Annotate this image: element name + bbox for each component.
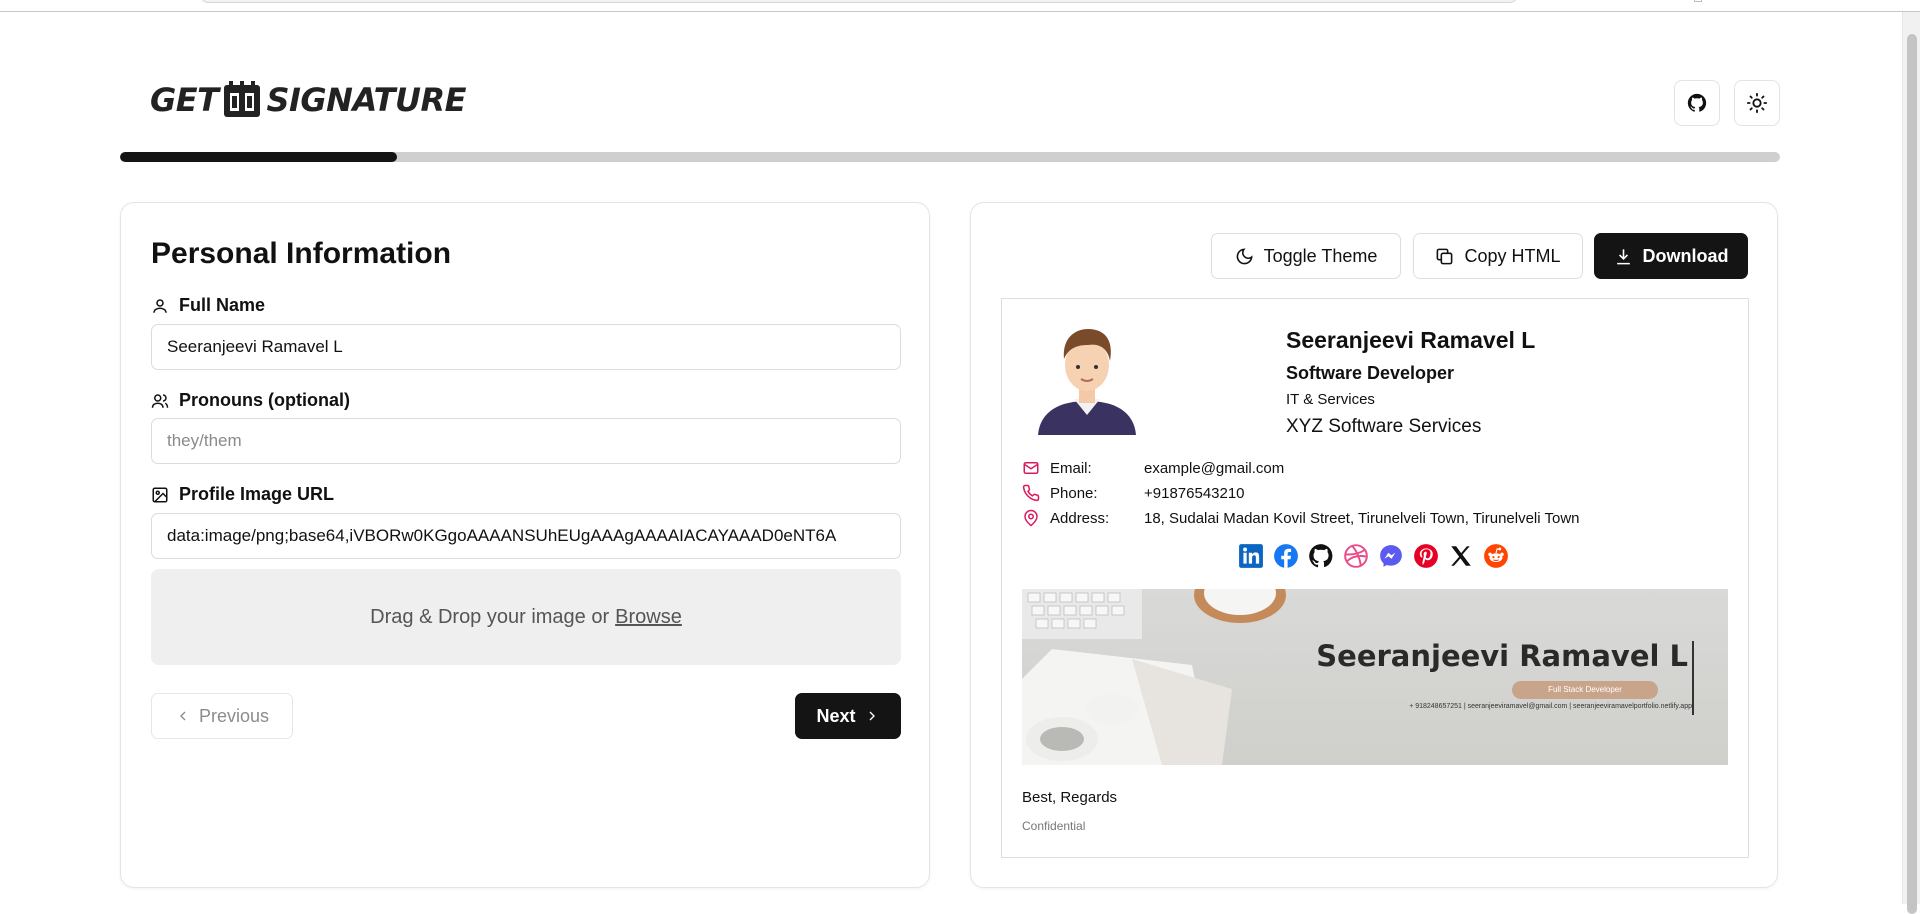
signature-phone-row: Phone: +91876543210 (1022, 484, 1245, 502)
browser-top-strip (0, 0, 1920, 12)
step-progress-bar (120, 152, 1780, 162)
email-label: Email: (1050, 459, 1092, 477)
github-icon[interactable] (1308, 543, 1334, 569)
banner-name: Seeranjeevi Ramavel L (1316, 639, 1688, 673)
previous-label: Previous (198, 705, 270, 726)
signature-banner: Seeranjeevi Ramavel L Full Stack Develop… (1022, 589, 1728, 765)
address-label: Address: (1050, 509, 1110, 527)
facebook-icon[interactable] (1273, 543, 1299, 569)
pinterest-icon[interactable] (1413, 543, 1439, 569)
theme-toggle-button[interactable] (1734, 80, 1780, 126)
signature-regards: Best, Regards (1022, 789, 1118, 806)
banner-desk-illustration (1022, 589, 1286, 765)
chevron-left-icon (180, 711, 186, 721)
banner-role-badge: Full Stack Developer (1512, 681, 1658, 699)
signature-job-title: Software Developer (1286, 363, 1455, 383)
logo-mark-icon (224, 81, 261, 117)
users-icon (151, 393, 169, 408)
browser-address-bar[interactable] (200, 0, 1518, 3)
dropzone-text: Drag & Drop your image or (370, 605, 610, 628)
phone-icon (1022, 484, 1040, 502)
email-value[interactable]: example@gmail.com (1144, 460, 1284, 477)
github-icon (1687, 93, 1707, 112)
copy-icon (1437, 248, 1453, 264)
next-label: Next (816, 705, 856, 726)
logo-text-right: SIGNATURE (266, 81, 466, 119)
previous-button[interactable]: Previous (151, 693, 293, 739)
banner-divider (1692, 641, 1694, 715)
toggle-theme-button[interactable]: Toggle Theme (1211, 233, 1401, 279)
phone-label: Phone: (1050, 484, 1098, 502)
banner-contact: + 918248657251 | seeranjeeviramavel@gmai… (1409, 703, 1692, 710)
signature-confidential: Confidential (1022, 819, 1086, 833)
app-logo[interactable]: GET SIGNATURE (150, 78, 466, 122)
toggle-theme-label: Toggle Theme (1263, 245, 1378, 266)
moon-icon (1236, 247, 1253, 264)
browser-tab-edge (1694, 0, 1702, 2)
download-label: Download (1642, 245, 1729, 266)
signature-preview-card: Toggle Theme Copy HTML Download Seeranje… (970, 202, 1778, 888)
linkedin-icon[interactable] (1238, 543, 1264, 569)
signature-address-row: Address: 18, Sudalai Madan Kovil Street,… (1022, 509, 1580, 527)
avatar (1038, 329, 1136, 435)
social-links (1238, 543, 1509, 569)
profile-image-url-input[interactable]: data:image/png;base64,iVBORw0KGgoAAAANSU… (151, 513, 901, 559)
step-progress-fill (120, 152, 398, 162)
phone-value[interactable]: +91876543210 (1144, 485, 1245, 502)
user-icon (153, 298, 167, 313)
copy-html-label: Copy HTML (1464, 245, 1561, 266)
personal-info-card: Personal Information Full Name Seeranjee… (120, 202, 930, 888)
pronouns-label: Pronouns (optional) (151, 390, 350, 411)
browse-link[interactable]: Browse (615, 606, 682, 629)
address-value: 18, Sudalai Madan Kovil Street, Tirunelv… (1144, 509, 1580, 527)
scrollbar-thumb[interactable] (1907, 34, 1917, 914)
messenger-icon[interactable] (1378, 543, 1404, 569)
download-button[interactable]: Download (1594, 233, 1748, 279)
x-icon[interactable] (1448, 543, 1474, 569)
github-link-button[interactable] (1674, 80, 1720, 126)
sun-icon (1746, 92, 1768, 114)
section-title: Personal Information (151, 237, 452, 270)
map-pin-icon (1024, 509, 1038, 527)
pronouns-label-text: Pronouns (optional) (179, 390, 350, 410)
download-icon (1616, 248, 1630, 264)
dribbble-icon[interactable] (1343, 543, 1369, 569)
mail-icon (1023, 462, 1039, 474)
copy-html-button[interactable]: Copy HTML (1413, 233, 1583, 279)
image-icon (152, 487, 168, 502)
signature-preview: Seeranjeevi Ramavel L Software Developer… (1001, 298, 1749, 858)
pronouns-input[interactable]: they/them (151, 418, 901, 464)
profile-image-label-text: Profile Image URL (179, 484, 335, 504)
signature-email-row: Email: example@gmail.com (1022, 459, 1284, 477)
signature-name: Seeranjeevi Ramavel L (1286, 327, 1536, 353)
full-name-input[interactable]: Seeranjeevi Ramavel L (151, 324, 901, 370)
signature-department: IT & Services (1286, 391, 1375, 408)
full-name-label-text: Full Name (179, 295, 266, 315)
full-name-label: Full Name (151, 295, 265, 316)
page-scrollbar[interactable] (1902, 12, 1920, 914)
signature-company: XYZ Software Services (1286, 416, 1482, 437)
image-dropzone[interactable]: Drag & Drop your image or Browse (151, 569, 901, 665)
reddit-icon[interactable] (1483, 543, 1509, 569)
chevron-right-icon (869, 711, 875, 721)
logo-text-left: GET (150, 81, 219, 119)
next-button[interactable]: Next (795, 693, 901, 739)
profile-image-label: Profile Image URL (151, 484, 334, 505)
